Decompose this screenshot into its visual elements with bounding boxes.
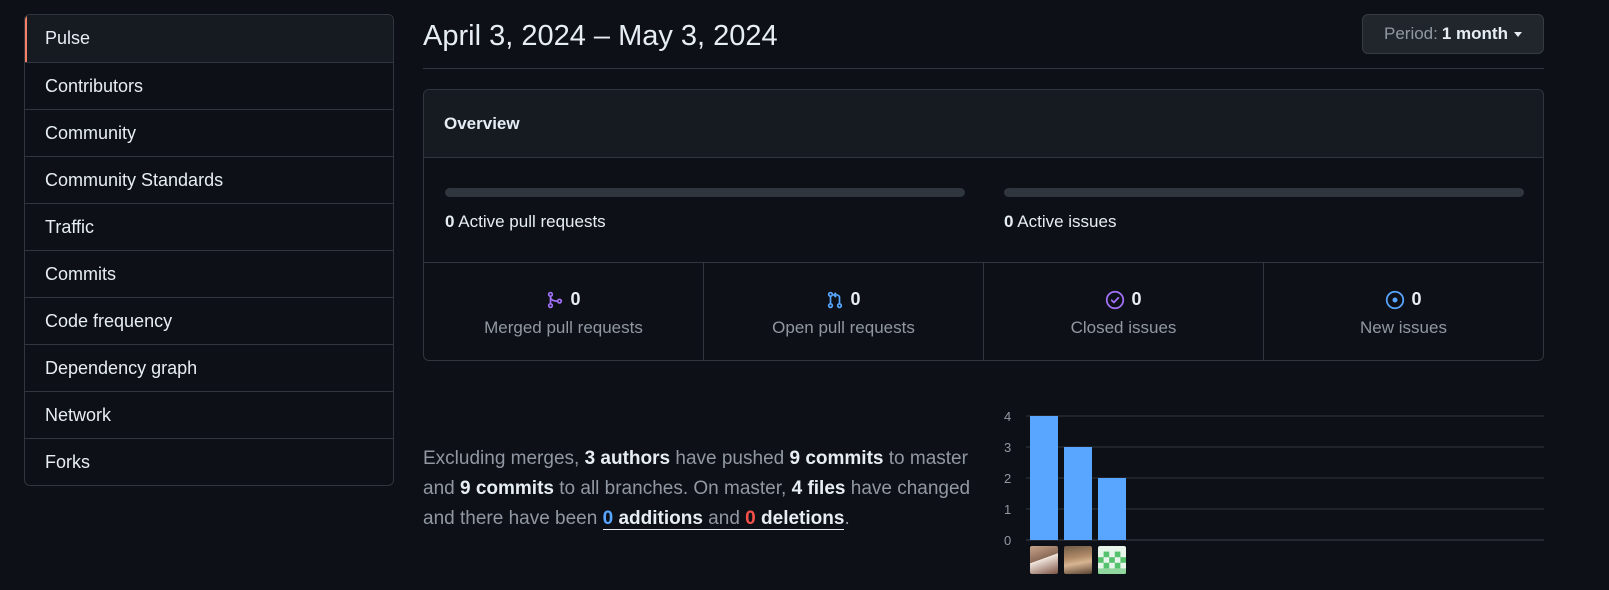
open-prs-count: 0: [850, 289, 861, 309]
commit-bar-3[interactable]: [1098, 478, 1126, 540]
new-issue-icon: [1385, 290, 1405, 310]
deletions-label: deletions: [755, 508, 845, 529]
y-tick-label: 4: [1004, 409, 1011, 424]
overview-title: Overview: [424, 90, 1543, 158]
open-pr-icon: [826, 291, 844, 309]
stat-closed-issues[interactable]: 0 Closed issues: [983, 263, 1263, 360]
identicon-icon: [1098, 551, 1126, 574]
authors-count: 3 authors: [584, 448, 671, 469]
additions-count: 0: [602, 508, 614, 529]
commits-master-count: 9 commits: [789, 448, 884, 469]
commit-bar-1[interactable]: [1030, 416, 1058, 540]
sidebar-item-forks[interactable]: Forks: [25, 438, 393, 485]
period-select-button[interactable]: Period: 1 month: [1362, 14, 1544, 54]
author-avatars: [1030, 546, 1126, 574]
sidebar-item-community[interactable]: Community: [25, 109, 393, 156]
merged-prs-count: 0: [570, 289, 581, 309]
files-changed-count: 4 files: [791, 478, 846, 499]
active-prs-label: Active pull requests: [458, 212, 606, 231]
merged-pr-icon: [546, 291, 564, 309]
commits-chart-svg: 4 3 2 1 0: [1004, 409, 1544, 545]
active-prs-group: 0 Active pull requests: [445, 188, 965, 232]
y-tick-label: 0: [1004, 533, 1011, 545]
additions-label: additions: [613, 508, 703, 529]
summary-text: to all branches. On master,: [553, 478, 792, 499]
sidebar-item-community-standards[interactable]: Community Standards: [25, 156, 393, 203]
page-title: April 3, 2024 – May 3, 2024: [423, 20, 778, 52]
closed-issue-icon: [1105, 290, 1125, 310]
sidebar-item-code-frequency[interactable]: Code frequency: [25, 297, 393, 344]
active-issues-link[interactable]: 0 Active issues: [1004, 212, 1524, 232]
active-prs-progress-bar: [445, 188, 965, 197]
y-tick-label: 1: [1004, 502, 1011, 517]
y-tick-label: 3: [1004, 440, 1011, 455]
closed-issues-label: Closed issues: [1070, 318, 1177, 337]
chevron-down-icon: [1513, 31, 1522, 37]
summary-text: .: [844, 508, 850, 529]
active-issues-count: 0: [1004, 212, 1014, 231]
new-issues-label: New issues: [1360, 318, 1447, 337]
sidebar-item-commits[interactable]: Commits: [25, 250, 393, 297]
summary-text: Excluding merges,: [423, 448, 585, 469]
summary-text: and: [702, 508, 746, 529]
diff-stats-link[interactable]: 0 additions and 0 deletions: [602, 508, 845, 530]
sidebar-item-traffic[interactable]: Traffic: [25, 203, 393, 250]
overview-panel: Overview 0 Active pull requests 0 Active…: [423, 89, 1544, 361]
active-prs-link[interactable]: 0 Active pull requests: [445, 212, 965, 232]
stat-open-prs[interactable]: 0 Open pull requests: [703, 263, 983, 360]
merged-prs-label: Merged pull requests: [484, 318, 643, 337]
y-tick-label: 2: [1004, 471, 1011, 486]
author-avatar-1[interactable]: [1030, 546, 1058, 574]
closed-issues-count: 0: [1131, 289, 1142, 309]
overview-stats-row: 0 Merged pull requests 0 Open pull reque…: [424, 263, 1543, 360]
open-prs-label: Open pull requests: [772, 318, 915, 337]
author-avatar-2[interactable]: [1064, 546, 1092, 574]
summary-text: have pushed: [670, 448, 790, 469]
author-avatar-3[interactable]: [1098, 546, 1126, 574]
period-value: 1 month: [1441, 24, 1508, 43]
active-issues-label: Active issues: [1017, 212, 1117, 231]
sidebar-item-contributors[interactable]: Contributors: [25, 62, 393, 109]
commit-bar-2[interactable]: [1064, 447, 1092, 540]
stat-merged-prs[interactable]: 0 Merged pull requests: [424, 263, 703, 360]
active-prs-count: 0: [445, 212, 455, 231]
sidebar-item-network[interactable]: Network: [25, 391, 393, 438]
deletions-count: 0: [745, 508, 756, 529]
period-prefix: Period:: [1384, 24, 1438, 43]
header-divider: [423, 68, 1544, 69]
sidebar-item-pulse[interactable]: Pulse: [25, 15, 393, 62]
insights-sidebar: Pulse Contributors Community Community S…: [24, 14, 394, 486]
commits-by-author-chart: 4 3 2 1 0: [998, 405, 1544, 585]
sidebar-item-dependency-graph[interactable]: Dependency graph: [25, 344, 393, 391]
active-issues-group: 0 Active issues: [1004, 188, 1524, 232]
stat-new-issues[interactable]: 0 New issues: [1263, 263, 1543, 360]
overview-activity-bars: 0 Active pull requests 0 Active issues: [424, 158, 1543, 263]
new-issues-count: 0: [1411, 289, 1422, 309]
active-issues-progress-bar: [1004, 188, 1524, 197]
commits-all-count: 9 commits: [459, 478, 554, 499]
commit-summary: Excluding merges, 3 authors have pushed …: [423, 444, 988, 534]
